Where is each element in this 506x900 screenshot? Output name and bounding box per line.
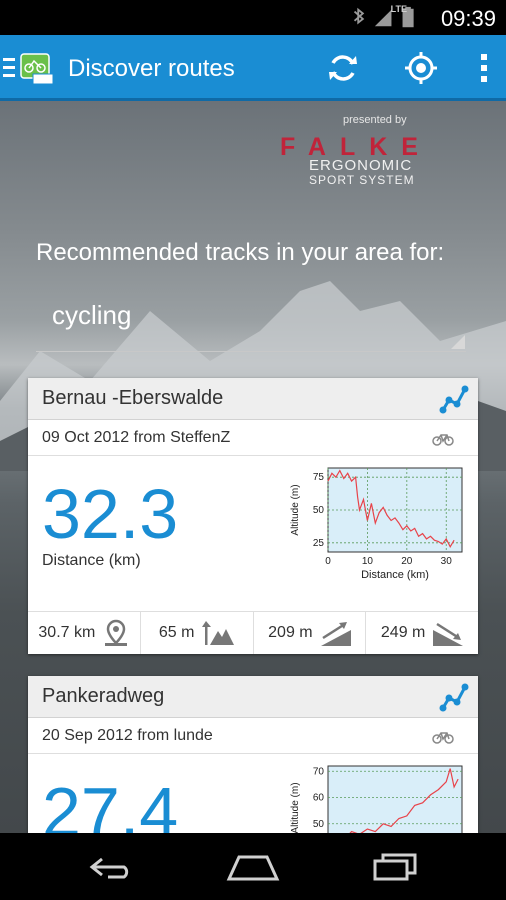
stat-length: 30.7 km — [28, 612, 141, 654]
bicycle-icon — [432, 732, 454, 744]
drawer-toggle[interactable] — [0, 35, 62, 101]
sponsor-presented-by: presented by — [343, 114, 407, 126]
altitude-chart: 50 60 70 Altitude (m) — [290, 765, 463, 833]
home-icon — [226, 855, 280, 880]
locate-icon — [405, 52, 437, 84]
sponsor-line-1: ERGONOMIC — [309, 157, 413, 174]
x-axis-label: Distance (km) — [361, 569, 429, 581]
route-summary: 32.3 Distance (km) 0 10 20 30 25 50 75 Altitude… — [28, 456, 478, 612]
stat-altitude: 65 m — [141, 612, 254, 654]
refresh-icon — [329, 55, 357, 81]
x-tick-label: 30 — [441, 556, 453, 567]
back-icon — [89, 857, 129, 878]
stat-ascent-value: 209 m — [268, 624, 313, 641]
home-button[interactable] — [203, 833, 303, 900]
route-distance-value: 32.3 — [42, 475, 179, 553]
status-bar: LTE 09:39 — [0, 0, 506, 35]
menu-icon — [3, 53, 54, 85]
route-card-header: Bernau -Eberswalde — [28, 378, 478, 420]
route-summary: 27.4 50 60 70 Altitude (m) — [28, 754, 478, 833]
altitude-mountain-icon — [202, 621, 235, 645]
y-axis-label: Altitude (m) — [290, 484, 301, 535]
overflow-menu-button[interactable] — [466, 35, 502, 101]
x-tick-label: 10 — [362, 556, 374, 567]
route-name: Bernau -Eberswalde — [42, 387, 224, 409]
signal-icon — [374, 9, 392, 27]
route-card[interactable]: Pankeradweg 20 Sep 2012 from lunde 27.4 … — [28, 676, 478, 833]
bluetooth-icon — [353, 7, 365, 25]
activity-value: cycling — [52, 300, 132, 330]
ascent-icon — [320, 622, 351, 646]
system-nav-bar — [0, 833, 506, 900]
bicycle-icon — [432, 434, 454, 446]
refresh-button[interactable] — [320, 35, 366, 101]
x-tick-label: 0 — [325, 556, 331, 567]
route-distance-label: Distance (km) — [42, 552, 141, 569]
route-card-header: Pankeradweg — [28, 676, 478, 718]
sponsor-line-2: SPORT SYSTEM — [309, 173, 415, 187]
y-tick-label: 75 — [313, 472, 325, 483]
route-date: 09 Oct 2012 from SteffenZ — [42, 429, 231, 446]
altitude-chart: 0 10 20 30 25 50 75 Altitude (m) Distance (km) — [290, 467, 463, 581]
locate-button[interactable] — [398, 35, 444, 101]
dropdown-triangle-icon — [451, 335, 465, 349]
screen-title: Discover routes — [68, 55, 235, 82]
route-stats: 30.7 km 65 m 209 m 249 m — [28, 612, 478, 654]
x-tick-label: 20 — [401, 556, 413, 567]
action-bar: Discover routes — [0, 35, 506, 101]
y-axis-label: Altitude (m) — [290, 782, 301, 833]
map-pin-icon — [105, 619, 128, 646]
y-tick-label: 50 — [313, 505, 325, 516]
route-distance-value: 27.4 — [42, 773, 179, 833]
stat-descent: 249 m — [366, 612, 478, 654]
y-tick-label: 60 — [313, 793, 325, 804]
y-tick-label: 50 — [313, 819, 325, 830]
y-tick-label: 25 — [313, 538, 325, 549]
recent-apps-button[interactable] — [345, 833, 445, 900]
route-date: 20 Sep 2012 from lunde — [42, 727, 213, 744]
route-track-icon[interactable] — [438, 681, 470, 713]
back-button[interactable] — [62, 833, 162, 900]
discover-content: presented by FALKE ERGONOMIC SPORT SYSTE… — [0, 101, 506, 833]
network-type: LTE — [390, 4, 407, 14]
status-time: 09:39 — [440, 6, 496, 31]
recommend-label: Recommended tracks in your area for: — [36, 239, 445, 266]
route-meta-row: 09 Oct 2012 from SteffenZ — [28, 420, 478, 456]
route-card[interactable]: Bernau -Eberswalde 09 Oct 2012 from Stef… — [28, 378, 478, 654]
stat-descent-value: 249 m — [380, 624, 426, 641]
app-logo-icon — [20, 53, 54, 85]
recent-apps-icon — [373, 853, 417, 880]
route-meta-row: 20 Sep 2012 from lunde — [28, 718, 478, 754]
stat-ascent: 209 m — [254, 612, 367, 654]
y-tick-label: 70 — [313, 766, 325, 777]
stat-length-value: 30.7 km — [38, 624, 96, 641]
status-icons — [353, 6, 414, 28]
route-name: Pankeradweg — [42, 685, 165, 707]
descent-icon — [433, 622, 464, 646]
route-track-icon[interactable] — [438, 383, 470, 415]
stat-altitude-value: 65 m — [158, 624, 195, 641]
activity-spinner[interactable]: cycling — [36, 286, 466, 352]
overflow-icon — [481, 54, 487, 82]
